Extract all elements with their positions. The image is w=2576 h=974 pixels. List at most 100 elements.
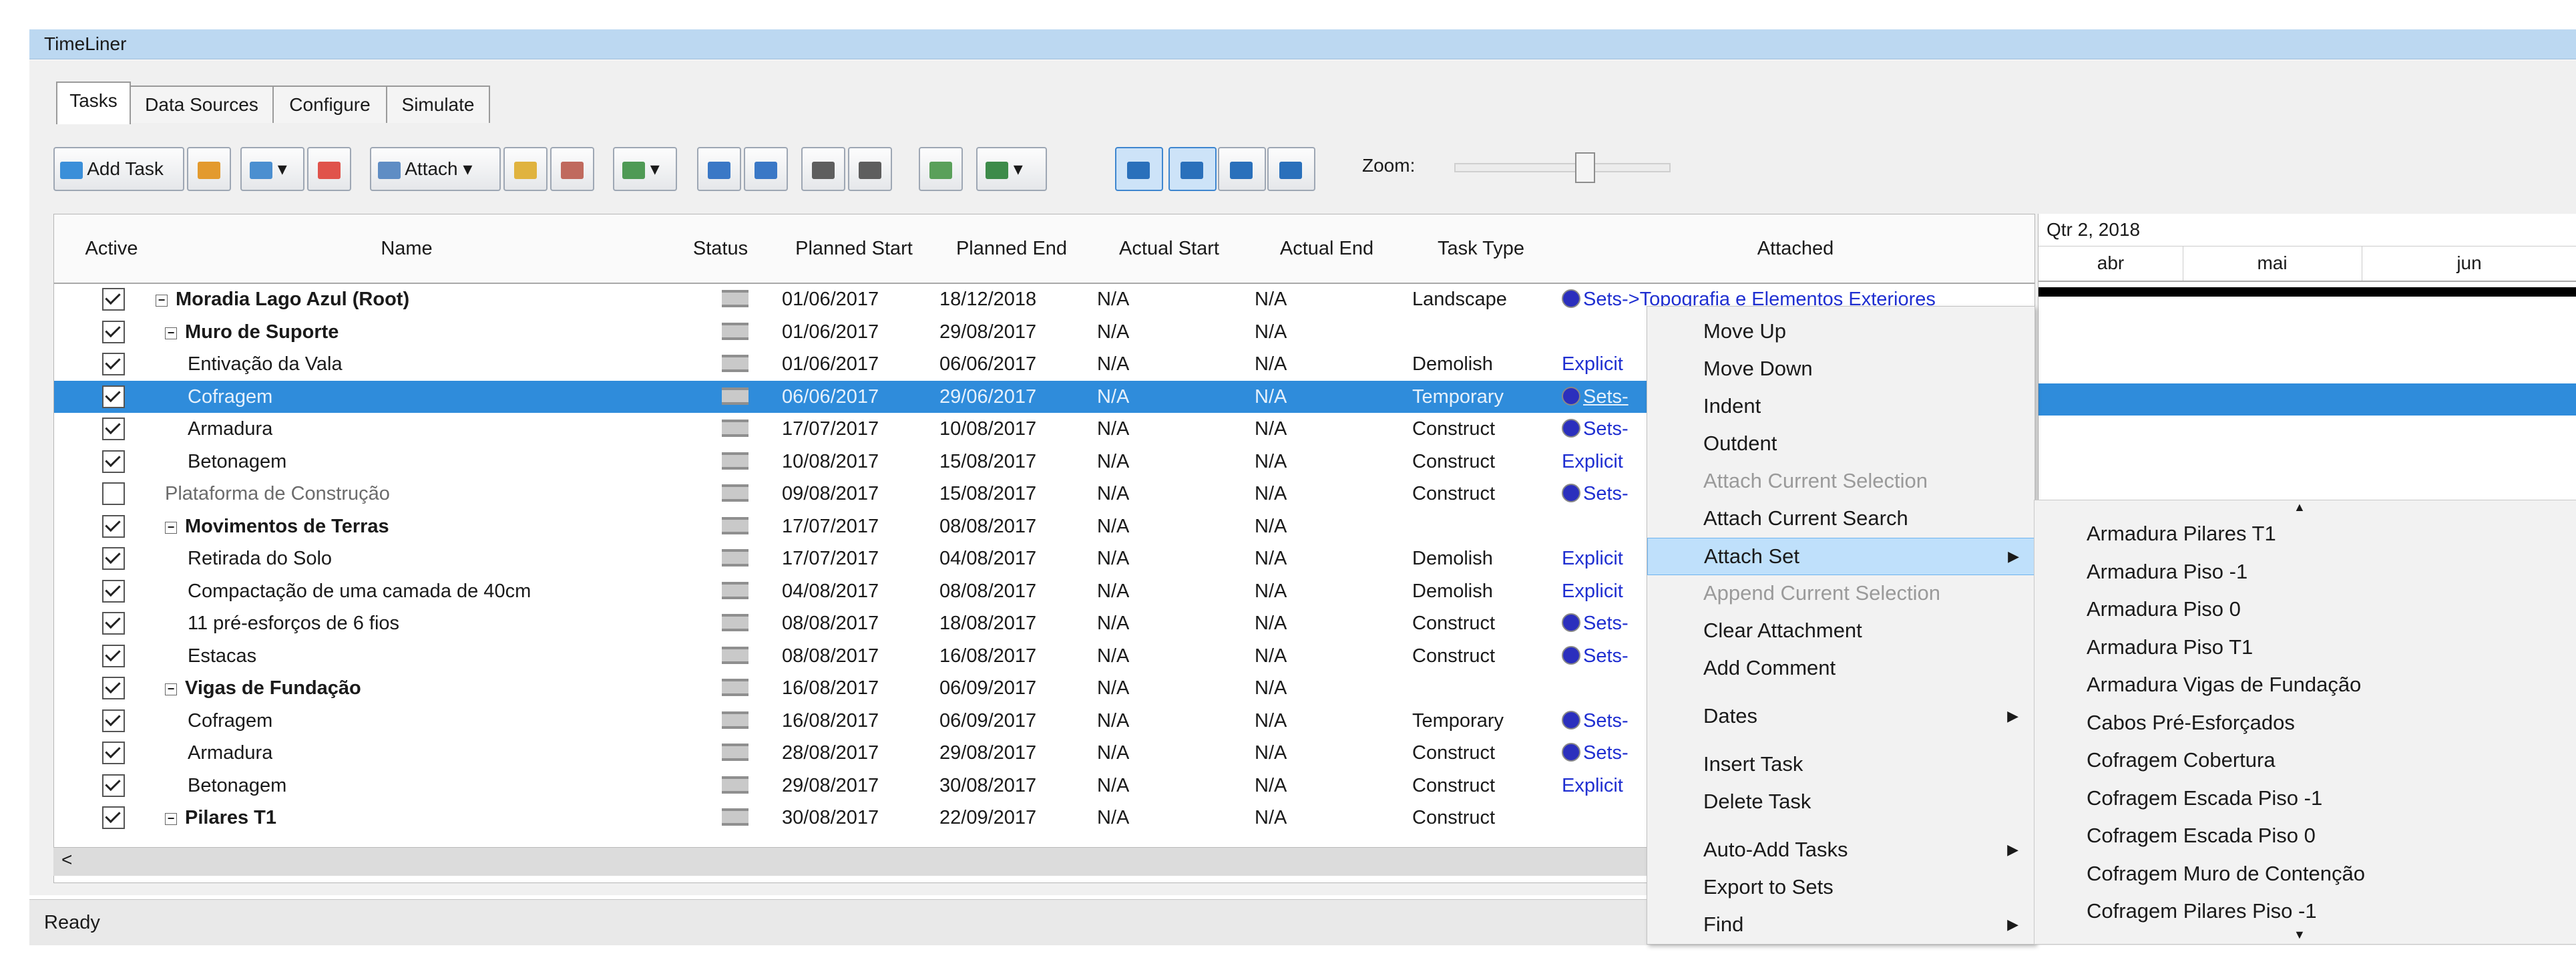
col-status[interactable]: Status — [666, 214, 776, 284]
task-type[interactable]: Demolish — [1412, 575, 1493, 607]
actual-start[interactable]: N/A — [1097, 542, 1129, 575]
planned-end[interactable]: 10/08/2017 — [939, 413, 1036, 445]
planned-start[interactable]: 01/06/2017 — [782, 316, 879, 348]
task-name[interactable]: Entivação da Vala — [188, 348, 343, 380]
active-checkbox[interactable] — [102, 320, 125, 343]
task-name[interactable]: Armadura — [188, 413, 272, 445]
actual-end[interactable]: N/A — [1255, 640, 1287, 672]
planned-end[interactable]: 29/08/2017 — [939, 316, 1036, 348]
active-checkbox[interactable] — [102, 677, 125, 699]
actual-end[interactable]: N/A — [1255, 510, 1287, 542]
menu-item-move-up[interactable]: Move Up — [1647, 313, 2034, 349]
task-name[interactable]: − Pilares T1 — [165, 802, 276, 834]
task-name[interactable]: Cofragem — [188, 705, 272, 737]
menu-item-insert-task[interactable]: Insert Task — [1647, 746, 2034, 782]
selection-set-item[interactable]: Cofragem Escada Piso -1 — [2087, 780, 2322, 817]
actual-start[interactable]: N/A — [1097, 575, 1129, 607]
actual-start[interactable]: N/A — [1097, 283, 1129, 315]
menu-item-outdent[interactable]: Outdent — [1647, 426, 2034, 462]
planned-start[interactable]: 08/08/2017 — [782, 607, 879, 639]
actual-start[interactable]: N/A — [1097, 802, 1129, 834]
attached-cell[interactable]: Sets- — [1562, 413, 1629, 445]
attached-cell[interactable]: Explicit — [1562, 770, 1623, 802]
planned-end[interactable]: 04/08/2017 — [939, 542, 1036, 575]
planned-start[interactable]: 09/08/2017 — [782, 478, 879, 510]
attached-cell[interactable]: Explicit — [1562, 348, 1623, 380]
col-actual-start[interactable]: Actual Start — [1090, 214, 1249, 284]
planned-end[interactable]: 29/08/2017 — [939, 737, 1036, 769]
col-planned-start[interactable]: Planned Start — [775, 214, 933, 284]
planned-end[interactable]: 22/09/2017 — [939, 802, 1036, 834]
task-type[interactable]: Construct — [1412, 478, 1495, 510]
actual-end[interactable]: N/A — [1255, 542, 1287, 575]
planned-start[interactable]: 17/07/2017 — [782, 510, 879, 542]
menu-item-export-to-sets[interactable]: Export to Sets — [1647, 869, 2034, 905]
actual-end[interactable]: N/A — [1255, 737, 1287, 769]
active-checkbox[interactable] — [102, 774, 125, 797]
planned-start[interactable]: 10/08/2017 — [782, 446, 879, 478]
task-name[interactable]: Compactação de uma camada de 40cm — [188, 575, 531, 607]
task-name[interactable]: Cofragem — [188, 381, 272, 413]
attached-cell[interactable]: Explicit — [1562, 542, 1623, 575]
active-checkbox[interactable] — [102, 418, 125, 440]
task-name[interactable]: Retirada do Solo — [188, 542, 332, 575]
col-actual-end[interactable]: Actual End — [1248, 214, 1406, 284]
comments-button[interactable] — [919, 147, 963, 191]
task-type[interactable]: Construct — [1412, 607, 1495, 639]
attached-cell[interactable]: Explicit — [1562, 575, 1623, 607]
task-type[interactable]: Construct — [1412, 413, 1495, 445]
actual-start[interactable]: N/A — [1097, 770, 1129, 802]
sort-desc-button[interactable] — [744, 147, 788, 191]
planned-start[interactable]: 01/06/2017 — [782, 283, 879, 315]
planned-end[interactable]: 15/08/2017 — [939, 478, 1036, 510]
menu-item-append-current-selection[interactable]: Append Current Selection — [1647, 575, 2034, 611]
actual-start[interactable]: N/A — [1097, 478, 1129, 510]
actual-end[interactable]: N/A — [1255, 770, 1287, 802]
active-checkbox[interactable] — [102, 547, 125, 570]
actual-end[interactable]: N/A — [1255, 381, 1287, 413]
actual-end[interactable]: N/A — [1255, 672, 1287, 704]
planned-end[interactable]: 06/09/2017 — [939, 672, 1036, 704]
task-name[interactable]: − Vigas de Fundação — [165, 672, 361, 704]
selection-set-item[interactable]: Cofragem Muro de Contenção — [2087, 855, 2365, 892]
sort-button[interactable] — [697, 147, 741, 191]
task-type[interactable]: Construct — [1412, 446, 1495, 478]
active-checkbox[interactable] — [102, 450, 125, 473]
col-task-type[interactable]: Task Type — [1406, 214, 1557, 284]
col-active[interactable]: Active — [75, 214, 148, 284]
columns-button[interactable]: ▾ — [976, 147, 1047, 191]
task-type[interactable]: Temporary — [1412, 381, 1504, 413]
find-items-button[interactable]: ▾ — [613, 147, 677, 191]
actual-start[interactable]: N/A — [1097, 672, 1129, 704]
actual-end[interactable]: N/A — [1255, 802, 1287, 834]
actual-end[interactable]: N/A — [1255, 478, 1287, 510]
collapse-icon[interactable]: − — [165, 327, 177, 339]
task-name[interactable]: Betonagem — [188, 446, 286, 478]
task-type[interactable]: Construct — [1412, 802, 1495, 834]
active-checkbox[interactable] — [102, 482, 125, 505]
task-name[interactable]: Estacas — [188, 640, 256, 672]
auto-add-tasks-button[interactable] — [187, 147, 231, 191]
planned-start[interactable]: 16/08/2017 — [782, 705, 879, 737]
task-type[interactable]: Temporary — [1412, 705, 1504, 737]
active-checkbox[interactable] — [102, 514, 125, 538]
menu-item-dates[interactable]: Dates ▶ — [1647, 698, 2034, 734]
active-checkbox[interactable] — [102, 579, 125, 603]
selection-set-item[interactable]: Armadura Pilares T1 — [2087, 515, 2276, 552]
selection-set-item[interactable]: Armadura Piso 0 — [2087, 591, 2241, 628]
planned-start[interactable]: 08/08/2017 — [782, 640, 879, 672]
attach-button[interactable]: Attach ▾ — [370, 147, 501, 191]
attached-cell[interactable]: Sets- — [1562, 478, 1629, 510]
menu-item-delete-task[interactable]: Delete Task — [1647, 784, 2034, 820]
zoom-slider-thumb[interactable] — [1575, 152, 1595, 183]
actual-start[interactable]: N/A — [1097, 348, 1129, 380]
menu-item-indent[interactable]: Indent — [1647, 388, 2034, 424]
planned-end[interactable]: 15/08/2017 — [939, 446, 1036, 478]
planned-end[interactable]: 06/06/2017 — [939, 348, 1036, 380]
collapse-icon[interactable]: − — [156, 294, 168, 307]
active-checkbox[interactable] — [102, 612, 125, 635]
active-checkbox[interactable] — [102, 288, 125, 311]
actual-start[interactable]: N/A — [1097, 446, 1129, 478]
actual-start[interactable]: N/A — [1097, 381, 1129, 413]
attached-cell[interactable]: Sets- — [1562, 705, 1629, 737]
